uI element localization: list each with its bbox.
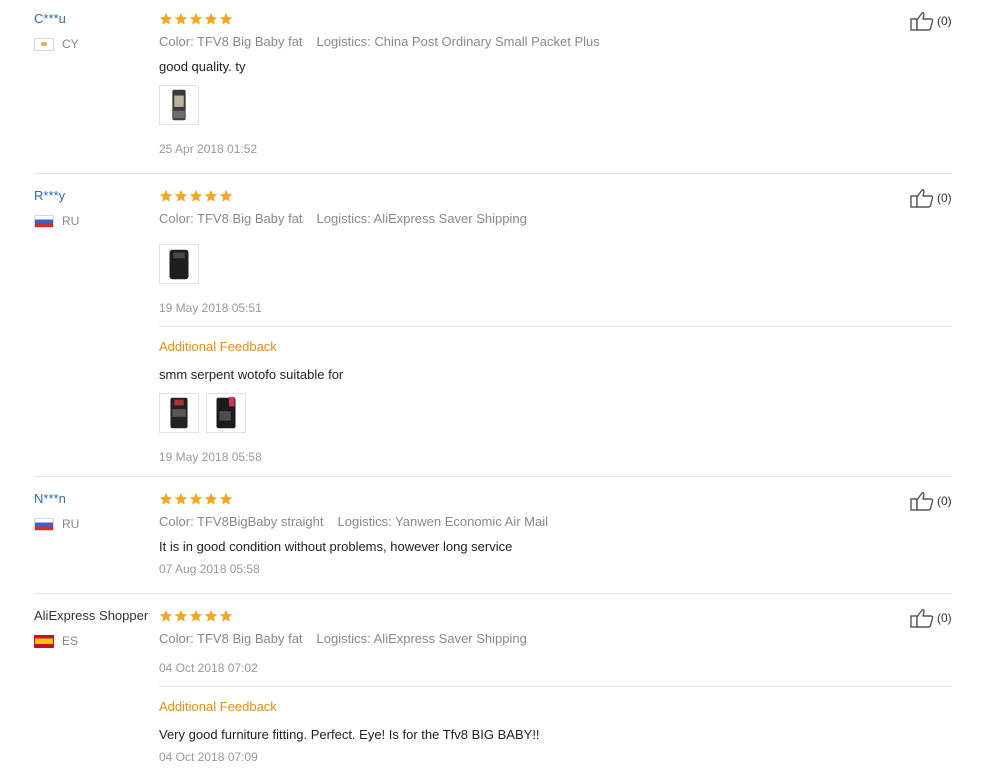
reviewer-country: CY <box>34 37 79 51</box>
star-icon <box>204 609 218 622</box>
star-icon <box>189 189 203 202</box>
order-logistics: Logistics: AliExpress Saver Shipping <box>316 631 527 646</box>
star-icon <box>174 492 188 505</box>
additional-feedback-text: Very good furniture fitting. Perfect. Ey… <box>159 727 540 742</box>
star-icon <box>204 189 218 202</box>
additional-feedback-date: 04 Oct 2018 07:09 <box>159 750 258 764</box>
star-icon <box>189 492 203 505</box>
star-icon <box>219 12 233 25</box>
reviewer-name-link[interactable]: N***n <box>34 491 66 506</box>
review-text: It is in good condition without problems… <box>159 539 513 554</box>
star-icon <box>159 12 173 25</box>
star-icon <box>189 12 203 25</box>
rating-stars <box>159 492 233 506</box>
star-icon <box>204 492 218 505</box>
review-photo-thumbnail[interactable] <box>159 393 199 433</box>
star-icon <box>189 609 203 622</box>
review-date: 25 Apr 2018 01:52 <box>159 142 258 156</box>
helpful-vote-button[interactable]: (0) <box>910 491 952 511</box>
rating-stars <box>159 609 233 623</box>
order-color: Color: TFV8 Big Baby fat <box>159 34 303 49</box>
order-color: Color: TFV8 Big Baby fat <box>159 211 303 226</box>
flag-cy-icon <box>34 37 54 51</box>
reviewer-name-link[interactable]: R***y <box>34 188 65 203</box>
additional-feedback-date: 19 May 2018 05:58 <box>159 450 262 464</box>
order-logistics: Logistics: Yanwen Economic Air Mail <box>337 514 549 529</box>
order-logistics: Logistics: China Post Ordinary Small Pac… <box>316 34 600 49</box>
thumbs-up-icon <box>910 12 934 31</box>
star-icon <box>204 12 218 25</box>
review-date: 04 Oct 2018 07:02 <box>159 661 258 675</box>
star-icon <box>219 492 233 505</box>
star-icon <box>219 609 233 622</box>
order-logistics: Logistics: AliExpress Saver Shipping <box>316 211 527 226</box>
helpful-count: (0) <box>937 611 952 625</box>
reviewer-name-link[interactable]: C***u <box>34 11 66 26</box>
reviewer-name-link[interactable]: AliExpress Shopper <box>34 608 148 623</box>
star-icon <box>159 189 173 202</box>
rating-stars <box>159 12 233 26</box>
additional-feedback-divider <box>159 326 952 327</box>
helpful-vote-button[interactable]: (0) <box>910 608 952 628</box>
star-icon <box>159 492 173 505</box>
star-icon <box>219 189 233 202</box>
additional-feedback-label: Additional Feedback <box>159 339 277 354</box>
additional-feedback-label: Additional Feedback <box>159 699 277 714</box>
country-code: RU <box>62 214 80 228</box>
helpful-vote-button[interactable]: (0) <box>910 11 952 31</box>
review-photo-thumbnail[interactable] <box>159 85 199 125</box>
review-date: 07 Aug 2018 05:58 <box>159 562 260 576</box>
flag-es-icon <box>34 634 54 648</box>
thumbs-up-icon <box>910 609 934 628</box>
review-text: good quality. ty <box>159 59 246 74</box>
order-color: Color: TFV8BigBaby straight <box>159 514 324 529</box>
flag-ru-icon <box>34 517 54 531</box>
star-icon <box>174 189 188 202</box>
review-photo-thumbnail[interactable] <box>206 393 246 433</box>
reviewer-country: ES <box>34 634 78 648</box>
review-divider <box>34 173 952 174</box>
review-divider <box>34 593 952 594</box>
star-icon <box>174 609 188 622</box>
thumbs-up-icon <box>910 189 934 208</box>
country-code: RU <box>62 517 80 531</box>
review-photo-thumbnail[interactable] <box>159 244 199 284</box>
rating-stars <box>159 189 233 203</box>
additional-feedback-text: smm serpent wotofo suitable for <box>159 367 344 382</box>
helpful-count: (0) <box>937 494 952 508</box>
star-icon <box>159 609 173 622</box>
country-code: ES <box>62 634 79 648</box>
order-info: Color: TFV8 Big Baby fat Logistics: AliEx… <box>159 211 527 226</box>
country-code: CY <box>62 37 79 51</box>
order-info: Color: TFV8 Big Baby fat Logistics: AliEx… <box>159 631 527 646</box>
order-info: Color: TFV8 Big Baby fat Logistics: China… <box>159 34 600 49</box>
helpful-count: (0) <box>937 191 952 205</box>
order-color: Color: TFV8 Big Baby fat <box>159 631 303 646</box>
thumbs-up-icon <box>910 492 934 511</box>
reviewer-country: RU <box>34 214 79 228</box>
flag-ru-icon <box>34 214 54 228</box>
review-divider <box>34 476 952 477</box>
order-info: Color: TFV8BigBaby straight Logistics: Ya… <box>159 514 548 529</box>
review-date: 19 May 2018 05:51 <box>159 301 262 315</box>
reviewer-country: RU <box>34 517 79 531</box>
additional-feedback-divider <box>159 686 952 687</box>
helpful-count: (0) <box>937 14 952 28</box>
star-icon <box>174 12 188 25</box>
helpful-vote-button[interactable]: (0) <box>910 188 952 208</box>
